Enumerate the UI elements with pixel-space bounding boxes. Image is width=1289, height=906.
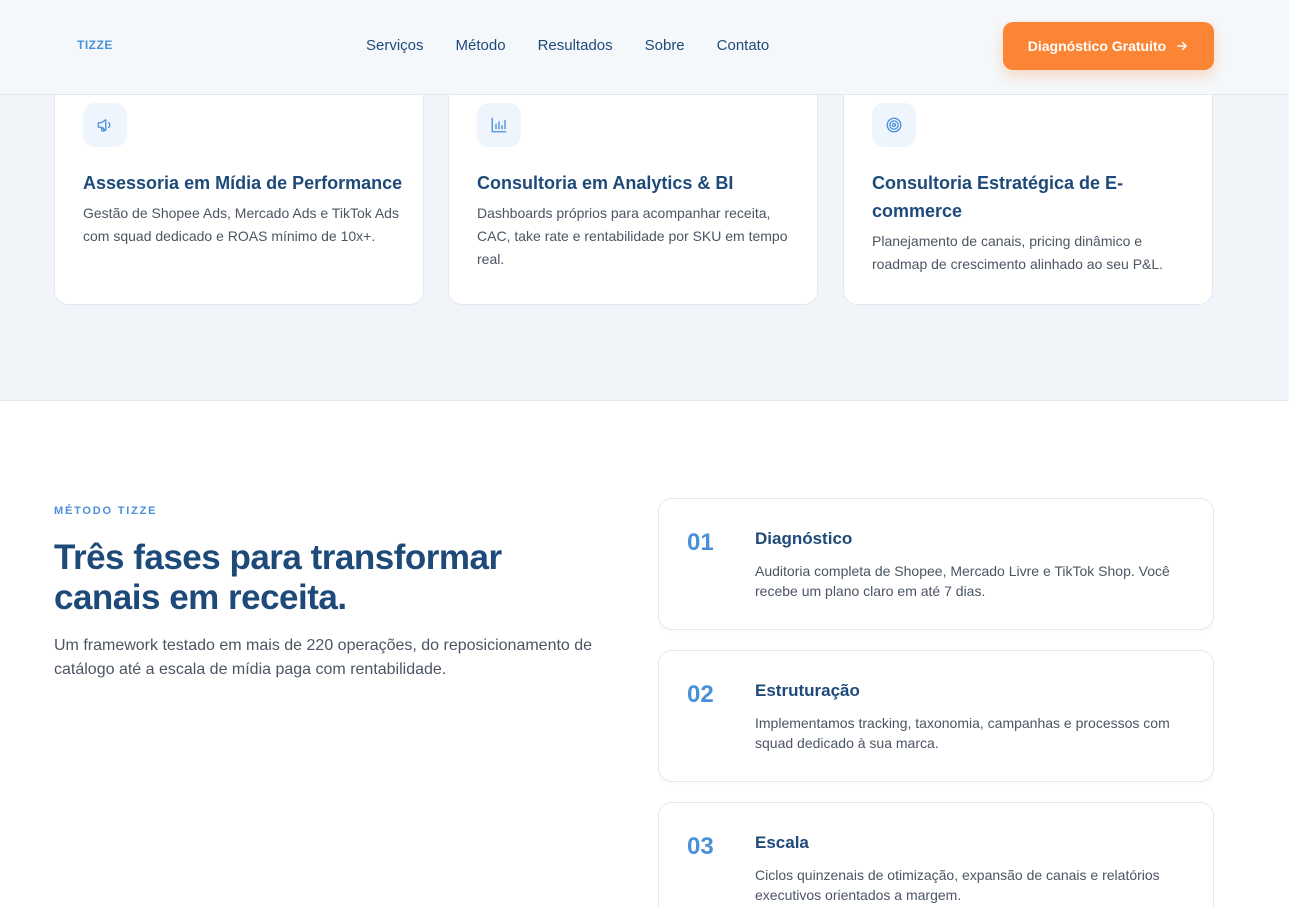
site-header: TIZZE Serviços Método Resultados Sobre C… [0,0,1289,95]
section-description: Um framework testado em mais de 220 oper… [54,637,593,678]
service-card-strategy[interactable]: Consultoria Estratégica de E-commerce Pl… [843,60,1213,305]
step-card-escala: 03 Escala Ciclos quinzenais de otimizaçã… [658,802,1214,906]
bar-chart-icon [477,103,521,147]
service-description: Gestão de Shopee Ads, Mercado Ads e TikT… [83,205,399,244]
service-description: Planejamento de canais, pricing dinâmico… [872,233,1164,272]
step-description: Implementamos tracking, taxonomia, campa… [755,715,1170,751]
section-title: Três fases para transformar canais em re… [54,538,502,617]
logo[interactable]: TIZZE [77,38,113,52]
step-number: 02 [687,681,714,708]
service-card-analytics[interactable]: Consultoria em Analytics & BI Dashboards… [448,60,818,305]
step-card-diagnostico: 01 Diagnóstico Auditoria completa de Sho… [658,498,1214,630]
arrow-right-icon [1175,39,1189,53]
cta-label: Diagnóstico Gratuito [1027,38,1167,54]
step-description: Auditoria completa de Shopee, Mercado Li… [755,563,1170,599]
target-icon [872,103,916,147]
nav-link-metodo[interactable]: Método [456,37,506,54]
step-number: 01 [687,529,714,556]
step-number: 03 [687,833,714,860]
step-title: Diagnóstico [755,529,853,548]
service-title: Consultoria em Analytics & BI [477,173,734,193]
service-card-media[interactable]: Assessoria em Mídia de Performance Gestã… [54,60,424,305]
section-eyebrow: MÉTODO TIZZE [54,505,158,517]
nav-link-sobre[interactable]: Sobre [645,37,685,54]
step-title: Escala [755,833,809,852]
free-diagnosis-button[interactable]: Diagnóstico Gratuito [1003,22,1214,70]
service-description: Dashboards próprios para acompanhar rece… [477,205,788,267]
step-title: Estruturação [755,681,860,700]
megaphone-icon [83,103,127,147]
nav-link-servicos[interactable]: Serviços [366,37,424,54]
step-card-estruturacao: 02 Estruturação Implementamos tracking, … [658,650,1214,782]
service-title: Assessoria em Mídia de Performance [83,173,403,193]
step-description: Ciclos quinzenais de otimização, expansã… [755,867,1160,903]
nav-link-resultados[interactable]: Resultados [538,37,613,54]
nav-link-contato[interactable]: Contato [717,37,770,54]
main-nav: Serviços Método Resultados Sobre Contato [366,37,801,54]
service-title: Consultoria Estratégica de E-commerce [872,173,1124,221]
